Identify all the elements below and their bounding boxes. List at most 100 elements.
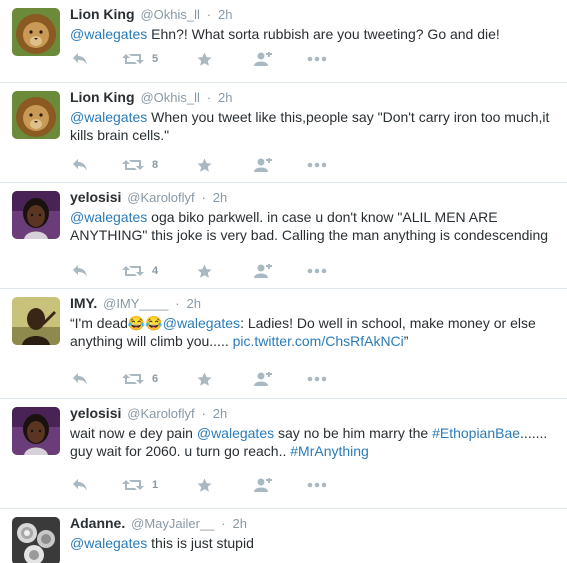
avatar[interactable] — [12, 517, 60, 563]
hashtag-link[interactable]: #MrAnything — [290, 443, 369, 459]
follow-button[interactable] — [252, 52, 272, 66]
reply-button[interactable] — [72, 478, 88, 492]
lion-avatar-icon — [12, 91, 60, 139]
follow-icon — [252, 158, 272, 172]
follow-button[interactable] — [252, 158, 272, 172]
follow-button[interactable] — [252, 264, 272, 278]
timestamp[interactable]: 2h — [218, 7, 232, 22]
tweet-header: yelosisi @Karoloflyf · 2h — [70, 188, 559, 207]
mention-link[interactable]: @walegates — [197, 425, 274, 441]
username[interactable]: @MayJailer__ — [131, 516, 214, 531]
reply-icon — [72, 52, 88, 66]
woman-avatar-icon — [12, 407, 60, 455]
retweet-icon — [122, 372, 144, 386]
reply-icon — [72, 264, 88, 278]
mention-link[interactable]: @walegates — [70, 209, 147, 225]
retweet-icon — [122, 264, 144, 278]
separator: · — [201, 190, 206, 205]
more-icon — [307, 268, 327, 274]
tweet-text-segment: say no be him marry the — [274, 425, 433, 441]
mention-link[interactable]: @walegates — [70, 535, 147, 551]
follow-button[interactable] — [252, 478, 272, 492]
username[interactable]: @IMY____ — [103, 296, 168, 311]
favorite-button[interactable] — [197, 478, 212, 493]
more-button[interactable] — [307, 162, 327, 168]
timestamp[interactable]: 2h — [213, 406, 227, 421]
tweet[interactable]: Lion King @Okhis_ll · 2h @walegates Ehn?… — [0, 0, 567, 82]
fullname[interactable]: yelosisi — [70, 405, 121, 421]
username[interactable]: @Karoloflyf — [127, 190, 194, 205]
reply-button[interactable] — [72, 158, 88, 172]
timestamp[interactable]: 2h — [233, 516, 247, 531]
tweet-text: @walegates When you tweet like this,peop… — [70, 108, 559, 144]
more-button[interactable] — [307, 482, 327, 488]
avatar[interactable] — [12, 91, 60, 139]
favorite-button[interactable] — [197, 158, 212, 173]
timestamp[interactable]: 2h — [186, 296, 200, 311]
tweet-content: Adanne. @MayJailer__ · 2h @walegates thi… — [70, 514, 559, 552]
more-icon — [307, 482, 327, 488]
reply-button[interactable] — [72, 264, 88, 278]
tweet-text-segment: wait now e dey pain — [70, 425, 197, 441]
more-button[interactable] — [307, 376, 327, 382]
timestamp[interactable]: 2h — [213, 190, 227, 205]
reply-button[interactable] — [72, 52, 88, 66]
url-link[interactable]: pic.twitter.com/ChsRfAkNCi — [233, 333, 404, 349]
fullname[interactable]: Lion King — [70, 89, 135, 105]
tweet-header: IMY. @IMY____ · 2h — [70, 294, 559, 313]
tweet-content: IMY. @IMY____ · 2h “I'm dead😂😂@walegates… — [70, 294, 559, 350]
tweet[interactable]: Adanne. @MayJailer__ · 2h @walegates thi… — [0, 508, 567, 563]
timestamp[interactable]: 2h — [218, 90, 232, 105]
fullname[interactable]: yelosisi — [70, 189, 121, 205]
star-icon — [197, 264, 212, 279]
tweet-text-segment: ” — [403, 333, 409, 349]
retweet-button[interactable]: 5 — [122, 52, 158, 66]
retweet-button[interactable]: 6 — [122, 372, 158, 386]
follow-icon — [252, 52, 272, 66]
reply-button[interactable] — [72, 372, 88, 386]
retweet-count: 5 — [152, 53, 159, 65]
tweet-content: yelosisi @Karoloflyf · 2h @walegates oga… — [70, 188, 559, 244]
username[interactable]: @Okhis_ll — [140, 7, 199, 22]
favorite-button[interactable] — [197, 52, 212, 67]
reply-icon — [72, 478, 88, 492]
mention-link[interactable]: @walegates — [70, 109, 147, 125]
tweet-header: Lion King @Okhis_ll · 2h — [70, 88, 559, 107]
tweet[interactable]: yelosisi @Karoloflyf · 2h @walegates oga… — [0, 182, 567, 288]
favorite-button[interactable] — [197, 264, 212, 279]
mention-link[interactable]: @walegates — [163, 315, 240, 331]
fullname[interactable]: Adanne. — [70, 515, 125, 531]
more-button[interactable] — [307, 56, 327, 62]
lion-avatar-icon — [12, 8, 60, 56]
tweet-text: @walegates oga biko parkwell. in case u … — [70, 208, 559, 244]
retweet-button[interactable]: 8 — [122, 158, 158, 172]
reply-icon — [72, 372, 88, 386]
avatar[interactable] — [12, 407, 60, 455]
username[interactable]: @Okhis_ll — [140, 90, 199, 105]
avatar[interactable] — [12, 191, 60, 239]
roses-avatar-icon — [12, 517, 60, 563]
retweet-count: 8 — [152, 159, 159, 171]
favorite-button[interactable] — [197, 372, 212, 387]
more-button[interactable] — [307, 268, 327, 274]
retweet-button[interactable]: 4 — [122, 264, 158, 278]
retweet-icon — [122, 158, 144, 172]
tweet[interactable]: IMY. @IMY____ · 2h “I'm dead😂😂@walegates… — [0, 288, 567, 398]
username[interactable]: @Karoloflyf — [127, 406, 194, 421]
mention-link[interactable]: @walegates — [70, 26, 147, 42]
fullname[interactable]: Lion King — [70, 6, 135, 22]
hashtag-link[interactable]: #EthopianBae — [432, 425, 520, 441]
tweet-header: Lion King @Okhis_ll · 2h — [70, 5, 559, 24]
fullname[interactable]: IMY. — [70, 295, 97, 311]
tweet-content: Lion King @Okhis_ll · 2h @walegates Ehn?… — [70, 5, 559, 43]
tweet-text-segment: “I'm dead😂😂 — [70, 315, 163, 331]
follow-button[interactable] — [252, 372, 272, 386]
tweet[interactable]: Lion King @Okhis_ll · 2h @walegates When… — [0, 82, 567, 182]
retweet-button[interactable]: 1 — [122, 478, 158, 492]
tweet[interactable]: yelosisi @Karoloflyf · 2h wait now e dey… — [0, 398, 567, 508]
avatar[interactable] — [12, 297, 60, 345]
follow-icon — [252, 478, 272, 492]
follow-icon — [252, 372, 272, 386]
avatar[interactable] — [12, 8, 60, 56]
separator: · — [221, 516, 226, 531]
